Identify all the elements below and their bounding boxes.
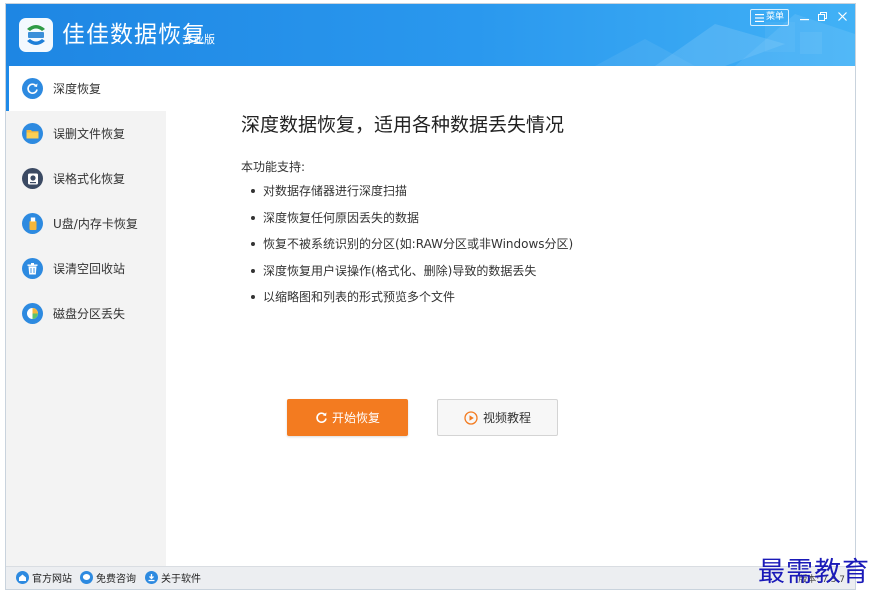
usb-drive-icon [22,213,43,234]
status-bar: 官方网站 免费咨询 关于软件 版本: 7.3.7 [6,566,855,589]
menu-button[interactable]: 菜单 [749,9,789,26]
disk-icon [22,168,43,189]
info-icon [145,571,158,584]
support-title: 本功能支持: [241,160,306,174]
sidebar-item-deleted-files[interactable]: 误删文件恢复 [6,111,166,156]
status-link-label: 免费咨询 [96,574,136,585]
free-consult-link[interactable]: 免费咨询 [80,570,136,585]
sidebar-item-label: U盘/内存卡恢复 [53,217,138,231]
sidebar-item-label: 误格式化恢复 [53,172,126,186]
minimize-icon [799,18,809,20]
list-item: 恢复不被系统识别的分区(如:RAW分区或非Windows分区) [251,235,573,262]
play-circle-icon [464,410,478,425]
status-link-label: 关于软件 [161,574,201,585]
main-content: 深度数据恢复，适用各种数据丢失情况 本功能支持: 对数据存储器进行深度扫描 深度… [166,66,855,566]
app-logo-icon [19,18,53,52]
official-site-link[interactable]: 官方网站 [16,570,72,585]
sidebar-item-deep-recovery[interactable]: 深度恢复 [6,66,166,111]
video-tutorial-button[interactable]: 视频教程 [437,399,558,436]
restore-icon [817,11,827,21]
app-window: 佳佳数据恢复 专业版 菜单 深度恢复 误删文件恢复 误格式化恢复 U盘/内存卡恢… [5,3,856,590]
list-item: 深度恢复用户误操作(格式化、删除)导致的数据丢失 [251,262,573,289]
close-button[interactable] [835,9,849,23]
sidebar-item-partition-lost[interactable]: 磁盘分区丢失 [6,291,166,336]
start-recovery-label: 开始恢复 [331,411,380,425]
list-item: 深度恢复任何原因丢失的数据 [251,209,573,236]
feature-list: 对数据存储器进行深度扫描 深度恢复任何原因丢失的数据 恢复不被系统识别的分区(如… [251,182,573,315]
title-bar[interactable]: 佳佳数据恢复 专业版 菜单 [6,4,855,66]
list-item: 对数据存储器进行深度扫描 [251,182,573,209]
refresh-icon [22,78,43,99]
sidebar-item-label: 深度恢复 [53,82,102,96]
recycle-bin-icon [22,258,43,279]
chat-icon [80,571,93,584]
sidebar-item-recycle-bin[interactable]: 误清空回收站 [6,246,166,291]
home-icon [16,571,29,584]
app-edition: 专业版 [182,33,215,46]
sidebar-empty-area [6,338,166,566]
about-software-link[interactable]: 关于软件 [145,570,201,585]
menu-label: 菜单 [765,12,784,22]
start-recovery-button[interactable]: 开始恢复 [287,399,408,436]
close-icon [837,11,847,21]
folder-icon [22,123,43,144]
sidebar: 深度恢复 误删文件恢复 误格式化恢复 U盘/内存卡恢复 误清空回收站 磁盘分区丢… [6,66,166,566]
status-link-label: 官方网站 [32,574,72,585]
list-item: 以缩略图和列表的形式预览多个文件 [251,288,573,315]
restore-button[interactable] [815,9,829,23]
sidebar-item-label: 误清空回收站 [53,262,126,276]
minimize-button[interactable] [797,9,811,23]
refresh-icon [316,412,327,423]
watermark: 最需教育 [758,557,870,588]
sidebar-item-label: 误删文件恢复 [53,127,126,141]
page-title: 深度数据恢复，适用各种数据丢失情况 [241,114,565,136]
video-tutorial-label: 视频教程 [482,411,531,425]
pie-partition-icon [22,303,43,324]
sidebar-item-usb-card[interactable]: U盘/内存卡恢复 [6,201,166,246]
sidebar-item-label: 磁盘分区丢失 [53,307,126,321]
sidebar-item-format-recovery[interactable]: 误格式化恢复 [6,156,166,201]
menu-icon [754,13,764,22]
